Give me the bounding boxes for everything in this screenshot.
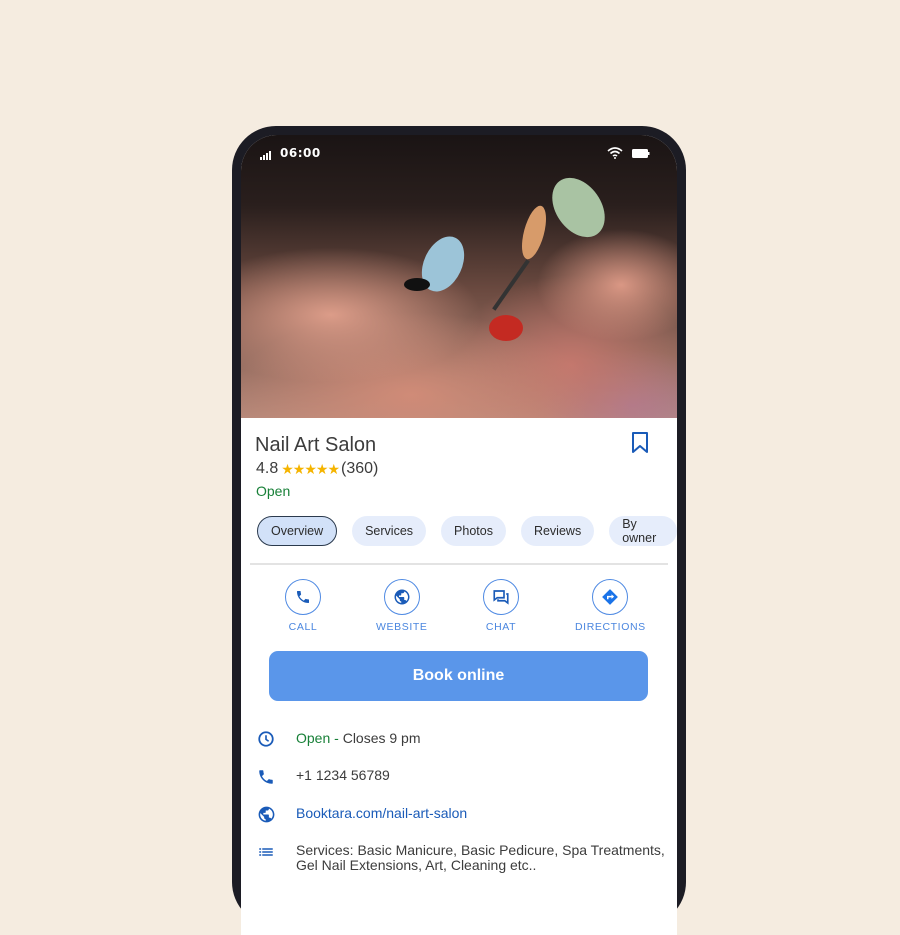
website-link[interactable]: Booktara.com/nail-art-salon bbox=[296, 806, 467, 821]
nail-brush bbox=[492, 259, 530, 311]
rating-value: 4.8 bbox=[256, 460, 279, 477]
phone-icon bbox=[259, 770, 273, 784]
open-status: Open bbox=[256, 483, 291, 499]
tab-bar: Overview Services Photos Reviews By owne… bbox=[257, 516, 677, 546]
status-bar: 06:00 bbox=[241, 135, 677, 171]
battery-icon bbox=[632, 149, 650, 158]
website-label: WEBSITE bbox=[376, 621, 428, 633]
phone-screen: 06:00 Nail Art Salon 4.8 ★★★★★ (360) Ope… bbox=[241, 135, 677, 935]
salon-photo bbox=[241, 135, 677, 418]
nail-green bbox=[541, 167, 616, 248]
services-line-1: Services: Basic Manicure, Basic Pedicure… bbox=[296, 842, 665, 858]
status-time: 06:00 bbox=[280, 146, 321, 160]
bookmark-icon[interactable] bbox=[631, 431, 649, 455]
hours-open: Open bbox=[296, 730, 331, 746]
clock-icon bbox=[258, 731, 274, 747]
globe-icon bbox=[394, 589, 410, 605]
list-icon bbox=[259, 848, 273, 856]
tabs-divider bbox=[250, 563, 668, 565]
directions-button[interactable]: DIRECTIONS bbox=[575, 579, 646, 633]
wifi-icon bbox=[607, 147, 623, 159]
book-online-button[interactable]: Book online bbox=[269, 651, 648, 701]
hours-separator: - bbox=[330, 730, 343, 746]
tab-services[interactable]: Services bbox=[352, 516, 427, 546]
tab-reviews[interactable]: Reviews bbox=[520, 516, 595, 546]
hours-closes: Closes 9 pm bbox=[342, 730, 421, 746]
call-button[interactable]: CALL bbox=[285, 579, 321, 633]
nail-red bbox=[489, 315, 523, 341]
review-count: (360) bbox=[341, 460, 379, 477]
nail-striped bbox=[517, 203, 551, 262]
place-title: Nail Art Salon bbox=[255, 434, 377, 456]
action-bar: CALL WEBSITE CHAT DIRECTIONS bbox=[241, 579, 677, 639]
globe-icon bbox=[258, 806, 275, 823]
services-line-2: Gel Nail Extensions, Art, Cleaning etc.. bbox=[296, 857, 537, 873]
call-circle bbox=[285, 579, 321, 615]
chat-icon bbox=[493, 590, 509, 605]
tab-photos[interactable]: Photos bbox=[441, 516, 506, 546]
hours-text: Open - Closes 9 pm bbox=[296, 731, 421, 746]
phone-frame: 06:00 Nail Art Salon 4.8 ★★★★★ (360) Ope… bbox=[232, 126, 686, 935]
signal-icon bbox=[260, 151, 271, 160]
website-circle bbox=[383, 579, 420, 615]
rating-row[interactable]: 4.8 ★★★★★ (360) bbox=[256, 460, 378, 478]
website-button[interactable]: WEBSITE bbox=[376, 579, 427, 633]
chat-circle bbox=[483, 579, 519, 615]
phone-number: +1 1234 56789 bbox=[296, 767, 390, 783]
services-text: Services: Basic Manicure, Basic Pedicure… bbox=[296, 843, 665, 873]
directions-label: DIRECTIONS bbox=[575, 621, 646, 633]
rating-stars: ★★★★★ bbox=[281, 460, 340, 477]
chat-button[interactable]: CHAT bbox=[483, 579, 519, 633]
directions-icon bbox=[602, 589, 619, 605]
tab-by-owner[interactable]: By owner bbox=[609, 516, 677, 546]
nail-black bbox=[404, 278, 430, 291]
call-label: CALL bbox=[288, 621, 318, 633]
tab-overview[interactable]: Overview bbox=[257, 516, 338, 546]
chat-label: CHAT bbox=[485, 621, 517, 633]
directions-circle bbox=[592, 579, 629, 615]
phone-icon bbox=[297, 591, 309, 603]
